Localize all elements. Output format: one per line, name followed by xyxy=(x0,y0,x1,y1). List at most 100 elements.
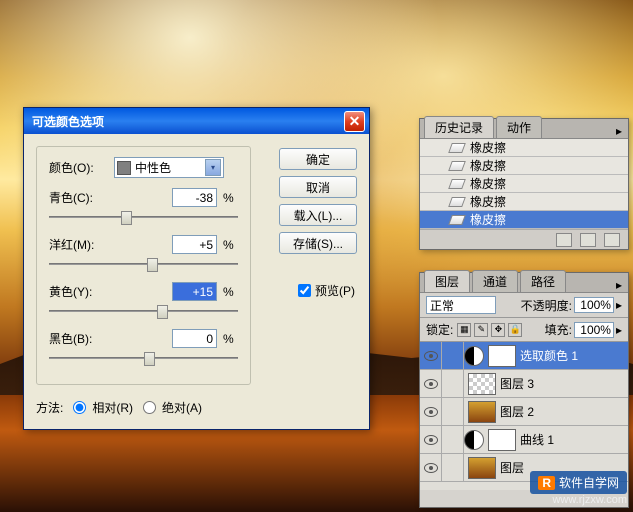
preview-label: 预览(P) xyxy=(315,282,355,299)
chevron-down-icon[interactable]: ▸ xyxy=(616,298,622,312)
fill-label: 填充: xyxy=(545,321,572,338)
slider-track[interactable] xyxy=(49,303,238,319)
layer-name: 曲线 1 xyxy=(520,431,554,448)
layer-item[interactable]: 曲线 1 xyxy=(420,426,628,454)
lock-paint-icon[interactable]: ✎ xyxy=(474,323,488,337)
blend-mode-select[interactable]: 正常 xyxy=(426,296,496,314)
eye-icon xyxy=(424,407,438,417)
layer-item[interactable]: 选取颜色 1 xyxy=(420,342,628,370)
snapshot-icon[interactable] xyxy=(556,233,572,247)
new-doc-icon[interactable] xyxy=(580,233,596,247)
dialog-title: 可选颜色选项 xyxy=(28,113,344,130)
tab-actions[interactable]: 动作 xyxy=(496,116,542,138)
color-swatch xyxy=(117,161,131,175)
percent-label: % xyxy=(223,332,238,346)
slider-value-input[interactable] xyxy=(172,188,217,207)
slider-label: 黑色(B): xyxy=(49,330,109,347)
visibility-toggle[interactable] xyxy=(420,398,442,426)
slider-value-input[interactable] xyxy=(172,329,217,348)
layer-thumbnail xyxy=(468,457,496,479)
eraser-icon xyxy=(448,215,466,225)
close-icon[interactable]: ✕ xyxy=(344,111,365,132)
tab-layers[interactable]: 图层 xyxy=(424,270,470,292)
panel-menu-icon[interactable]: ▸ xyxy=(610,124,628,138)
panel-menu-icon[interactable]: ▸ xyxy=(610,278,628,292)
slider-track[interactable] xyxy=(49,209,238,225)
slider-label: 洋红(M): xyxy=(49,236,109,253)
link-col[interactable] xyxy=(442,342,464,370)
trash-icon[interactable] xyxy=(604,233,620,247)
color-dropdown[interactable]: 中性色 ▾ xyxy=(114,157,224,178)
color-label: 颜色(O): xyxy=(49,159,114,176)
method-absolute-radio[interactable] xyxy=(143,401,156,414)
fill-input[interactable]: 100% xyxy=(574,322,614,338)
history-item-label: 橡皮擦 xyxy=(470,139,506,156)
eraser-icon xyxy=(448,197,466,207)
slider-track[interactable] xyxy=(49,256,238,272)
load-button[interactable]: 载入(L)... xyxy=(279,204,357,226)
layer-name: 选取颜色 1 xyxy=(520,347,578,364)
visibility-toggle[interactable] xyxy=(420,370,442,398)
history-item-label: 橡皮擦 xyxy=(470,211,506,228)
layer-mask xyxy=(488,345,516,367)
eraser-icon xyxy=(448,179,466,189)
tab-paths[interactable]: 路径 xyxy=(520,270,566,292)
lock-all-icon[interactable]: 🔒 xyxy=(508,323,522,337)
watermark: R软件自学网 www.rjzxw.com xyxy=(530,471,627,506)
slider-value-input[interactable] xyxy=(172,235,217,254)
ok-button[interactable]: 确定 xyxy=(279,148,357,170)
slider-label: 黄色(Y): xyxy=(49,283,109,300)
layer-name: 图层 xyxy=(500,459,524,476)
method-label: 方法: xyxy=(36,399,63,416)
lock-label: 锁定: xyxy=(426,321,453,338)
method-row: 方法: 相对(R) 绝对(A) xyxy=(36,399,357,416)
lock-move-icon[interactable]: ✥ xyxy=(491,323,505,337)
layer-item[interactable]: 图层 2 xyxy=(420,398,628,426)
opacity-input[interactable]: 100% xyxy=(574,297,614,313)
history-item[interactable]: 橡皮擦 xyxy=(420,139,628,157)
link-col[interactable] xyxy=(442,426,464,454)
history-item-label: 橡皮擦 xyxy=(470,175,506,192)
history-item[interactable]: 橡皮擦 xyxy=(420,193,628,211)
history-item[interactable]: 橡皮擦 xyxy=(420,211,628,229)
preview-checkbox[interactable] xyxy=(298,284,311,297)
tab-channels[interactable]: 通道 xyxy=(472,270,518,292)
slider-thumb[interactable] xyxy=(144,352,155,366)
slider-value-input[interactable] xyxy=(172,282,217,301)
history-item[interactable]: 橡皮擦 xyxy=(420,157,628,175)
slider-thumb[interactable] xyxy=(121,211,132,225)
eraser-icon xyxy=(448,143,466,153)
link-col[interactable] xyxy=(442,370,464,398)
tab-history[interactable]: 历史记录 xyxy=(424,116,494,138)
chevron-down-icon[interactable]: ▾ xyxy=(205,159,221,176)
eye-icon xyxy=(424,463,438,473)
layer-name: 图层 2 xyxy=(500,403,534,420)
slider-label: 青色(C): xyxy=(49,189,109,206)
save-button[interactable]: 存储(S)... xyxy=(279,232,357,254)
eye-icon xyxy=(424,379,438,389)
link-col[interactable] xyxy=(442,454,464,482)
dialog-titlebar[interactable]: 可选颜色选项 ✕ xyxy=(24,108,369,134)
layer-mask xyxy=(488,429,516,451)
eye-icon xyxy=(424,351,438,361)
history-item[interactable]: 橡皮擦 xyxy=(420,175,628,193)
layer-name: 图层 3 xyxy=(500,375,534,392)
chevron-down-icon[interactable]: ▸ xyxy=(616,323,622,337)
slider-group: 颜色(O): 中性色 ▾ 青色(C): % 洋红(M): % 黄色(Y): % xyxy=(36,146,251,385)
visibility-toggle[interactable] xyxy=(420,342,442,370)
layer-thumbnail xyxy=(468,401,496,423)
slider-track[interactable] xyxy=(49,350,238,366)
link-col[interactable] xyxy=(442,398,464,426)
slider-thumb[interactable] xyxy=(147,258,158,272)
layer-item[interactable]: 图层 3 xyxy=(420,370,628,398)
visibility-toggle[interactable] xyxy=(420,454,442,482)
method-relative-radio[interactable] xyxy=(73,401,86,414)
history-item-label: 橡皮擦 xyxy=(470,157,506,174)
percent-label: % xyxy=(223,238,238,252)
eye-icon xyxy=(424,435,438,445)
slider-thumb[interactable] xyxy=(157,305,168,319)
lock-transparency-icon[interactable]: ▦ xyxy=(457,323,471,337)
visibility-toggle[interactable] xyxy=(420,426,442,454)
adjustment-icon xyxy=(464,346,484,366)
cancel-button[interactable]: 取消 xyxy=(279,176,357,198)
